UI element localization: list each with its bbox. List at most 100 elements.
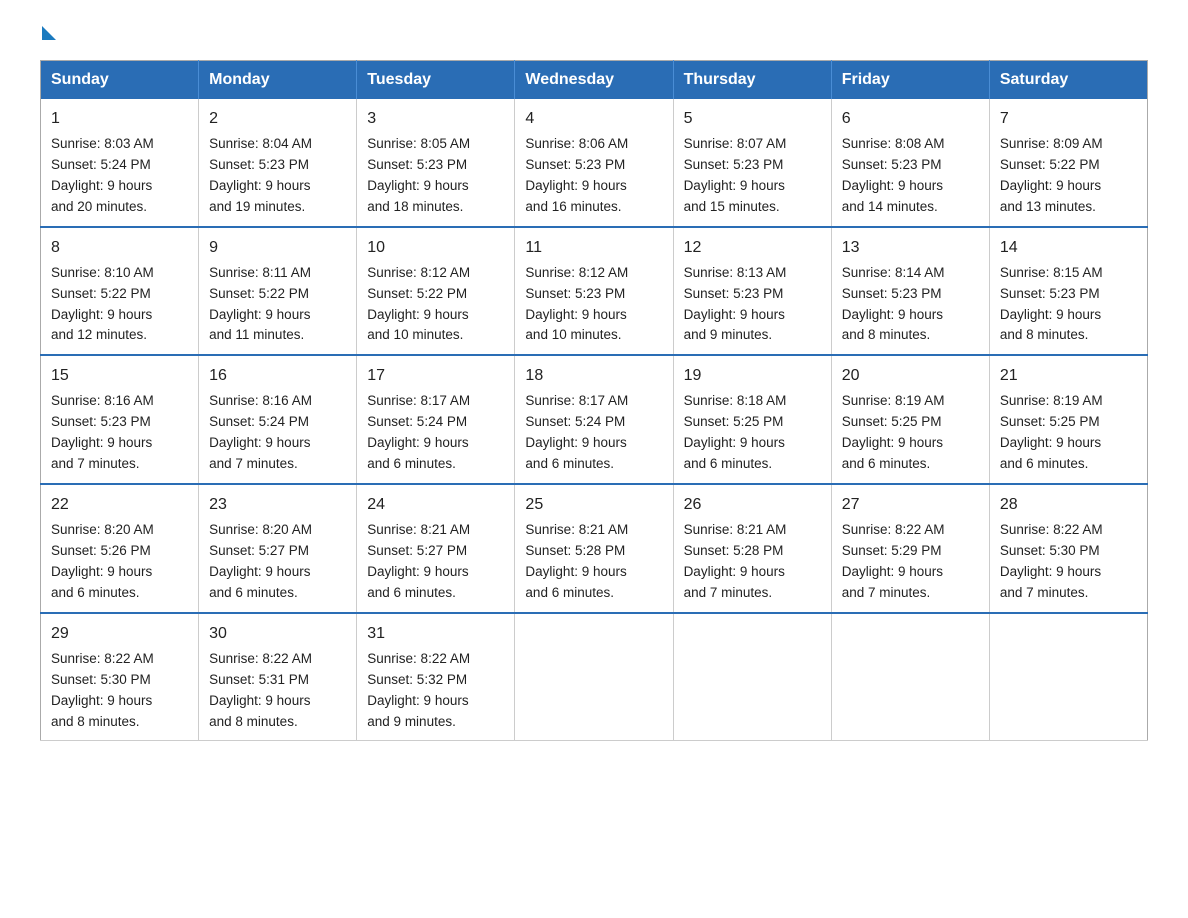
day-info: Sunrise: 8:17 AMSunset: 5:24 PMDaylight:…: [525, 391, 662, 475]
day-cell: 16 Sunrise: 8:16 AMSunset: 5:24 PMDayligh…: [199, 355, 357, 484]
column-header-saturday: Saturday: [989, 61, 1147, 100]
day-cell: 23Sunrise: 8:20 AMSunset: 5:27 PMDayligh…: [199, 484, 357, 613]
day-info: Sunrise: 8:16 AMSunset: 5:23 PMDaylight:…: [51, 391, 188, 475]
day-cell: 26 Sunrise: 8:21 AMSunset: 5:28 PMDayligh…: [673, 484, 831, 613]
day-cell: 7 Sunrise: 8:09 AMSunset: 5:22 PMDaylight…: [989, 99, 1147, 227]
day-number: 27: [842, 493, 979, 517]
day-info: Sunrise: 8:05 AMSunset: 5:23 PMDaylight:…: [367, 134, 504, 218]
day-cell: 27 Sunrise: 8:22 AMSunset: 5:29 PMDayligh…: [831, 484, 989, 613]
day-cell: [831, 613, 989, 741]
day-number: 24: [367, 493, 504, 517]
day-cell: 12Sunrise: 8:13 AMSunset: 5:23 PMDayligh…: [673, 227, 831, 356]
day-cell: 17 Sunrise: 8:17 AMSunset: 5:24 PMDayligh…: [357, 355, 515, 484]
day-number: 6: [842, 107, 979, 131]
day-info: Sunrise: 8:11 AMSunset: 5:22 PMDaylight:…: [209, 263, 346, 347]
day-cell: 3 Sunrise: 8:05 AMSunset: 5:23 PMDaylight…: [357, 99, 515, 227]
day-cell: 18 Sunrise: 8:17 AMSunset: 5:24 PMDayligh…: [515, 355, 673, 484]
day-cell: 5 Sunrise: 8:07 AMSunset: 5:23 PMDaylight…: [673, 99, 831, 227]
day-number: 11: [525, 236, 662, 260]
day-cell: 13Sunrise: 8:14 AMSunset: 5:23 PMDayligh…: [831, 227, 989, 356]
day-number: 5: [684, 107, 821, 131]
day-info: Sunrise: 8:08 AMSunset: 5:23 PMDaylight:…: [842, 134, 979, 218]
day-info: Sunrise: 8:19 AMSunset: 5:25 PMDaylight:…: [1000, 391, 1137, 475]
day-cell: 31 Sunrise: 8:22 AMSunset: 5:32 PMDayligh…: [357, 613, 515, 741]
calendar-table: SundayMondayTuesdayWednesdayThursdayFrid…: [40, 60, 1148, 741]
day-number: 15: [51, 364, 188, 388]
day-info: Sunrise: 8:21 AMSunset: 5:28 PMDaylight:…: [684, 520, 821, 604]
day-number: 25: [525, 493, 662, 517]
day-info: Sunrise: 8:21 AMSunset: 5:28 PMDaylight:…: [525, 520, 662, 604]
day-number: 30: [209, 622, 346, 646]
day-cell: [673, 613, 831, 741]
week-row-5: 29 Sunrise: 8:22 AMSunset: 5:30 PMDayligh…: [41, 613, 1148, 741]
day-info: Sunrise: 8:22 AMSunset: 5:31 PMDaylight:…: [209, 649, 346, 733]
day-cell: 15 Sunrise: 8:16 AMSunset: 5:23 PMDayligh…: [41, 355, 199, 484]
day-info: Sunrise: 8:22 AMSunset: 5:32 PMDaylight:…: [367, 649, 504, 733]
day-number: 4: [525, 107, 662, 131]
day-cell: 8 Sunrise: 8:10 AMSunset: 5:22 PMDaylight…: [41, 227, 199, 356]
column-header-thursday: Thursday: [673, 61, 831, 100]
day-info: Sunrise: 8:19 AMSunset: 5:25 PMDaylight:…: [842, 391, 979, 475]
day-cell: 14Sunrise: 8:15 AMSunset: 5:23 PMDayligh…: [989, 227, 1147, 356]
day-info: Sunrise: 8:20 AMSunset: 5:26 PMDaylight:…: [51, 520, 188, 604]
day-cell: 24Sunrise: 8:21 AMSunset: 5:27 PMDayligh…: [357, 484, 515, 613]
column-header-friday: Friday: [831, 61, 989, 100]
day-info: Sunrise: 8:15 AMSunset: 5:23 PMDaylight:…: [1000, 263, 1137, 347]
day-number: 7: [1000, 107, 1137, 131]
column-header-wednesday: Wednesday: [515, 61, 673, 100]
day-cell: 11 Sunrise: 8:12 AMSunset: 5:23 PMDayligh…: [515, 227, 673, 356]
day-number: 31: [367, 622, 504, 646]
day-info: Sunrise: 8:22 AMSunset: 5:30 PMDaylight:…: [1000, 520, 1137, 604]
day-cell: 20Sunrise: 8:19 AMSunset: 5:25 PMDayligh…: [831, 355, 989, 484]
week-row-2: 8 Sunrise: 8:10 AMSunset: 5:22 PMDaylight…: [41, 227, 1148, 356]
day-cell: 2Sunrise: 8:04 AMSunset: 5:23 PMDaylight…: [199, 99, 357, 227]
day-number: 29: [51, 622, 188, 646]
day-info: Sunrise: 8:22 AMSunset: 5:30 PMDaylight:…: [51, 649, 188, 733]
day-cell: 1 Sunrise: 8:03 AMSunset: 5:24 PMDaylight…: [41, 99, 199, 227]
day-number: 1: [51, 107, 188, 131]
day-info: Sunrise: 8:12 AMSunset: 5:23 PMDaylight:…: [525, 263, 662, 347]
day-number: 26: [684, 493, 821, 517]
day-cell: 6 Sunrise: 8:08 AMSunset: 5:23 PMDaylight…: [831, 99, 989, 227]
day-info: Sunrise: 8:22 AMSunset: 5:29 PMDaylight:…: [842, 520, 979, 604]
day-number: 21: [1000, 364, 1137, 388]
column-header-tuesday: Tuesday: [357, 61, 515, 100]
day-cell: 19Sunrise: 8:18 AMSunset: 5:25 PMDayligh…: [673, 355, 831, 484]
day-cell: 4 Sunrise: 8:06 AMSunset: 5:23 PMDaylight…: [515, 99, 673, 227]
week-row-4: 22 Sunrise: 8:20 AMSunset: 5:26 PMDayligh…: [41, 484, 1148, 613]
calendar-header-row: SundayMondayTuesdayWednesdayThursdayFrid…: [41, 61, 1148, 100]
day-info: Sunrise: 8:10 AMSunset: 5:22 PMDaylight:…: [51, 263, 188, 347]
day-number: 16: [209, 364, 346, 388]
day-info: Sunrise: 8:06 AMSunset: 5:23 PMDaylight:…: [525, 134, 662, 218]
day-number: 8: [51, 236, 188, 260]
day-info: Sunrise: 8:03 AMSunset: 5:24 PMDaylight:…: [51, 134, 188, 218]
day-cell: [989, 613, 1147, 741]
day-number: 10: [367, 236, 504, 260]
week-row-1: 1 Sunrise: 8:03 AMSunset: 5:24 PMDaylight…: [41, 99, 1148, 227]
day-number: 19: [684, 364, 821, 388]
day-number: 12: [684, 236, 821, 260]
week-row-3: 15 Sunrise: 8:16 AMSunset: 5:23 PMDayligh…: [41, 355, 1148, 484]
day-info: Sunrise: 8:16 AMSunset: 5:24 PMDaylight:…: [209, 391, 346, 475]
logo: [40, 30, 56, 40]
day-info: Sunrise: 8:04 AMSunset: 5:23 PMDaylight:…: [209, 134, 346, 218]
day-number: 3: [367, 107, 504, 131]
day-info: Sunrise: 8:12 AMSunset: 5:22 PMDaylight:…: [367, 263, 504, 347]
day-number: 22: [51, 493, 188, 517]
column-header-monday: Monday: [199, 61, 357, 100]
page-header: [40, 30, 1148, 40]
logo-triangle-icon: [42, 26, 56, 40]
day-number: 9: [209, 236, 346, 260]
day-info: Sunrise: 8:17 AMSunset: 5:24 PMDaylight:…: [367, 391, 504, 475]
day-info: Sunrise: 8:20 AMSunset: 5:27 PMDaylight:…: [209, 520, 346, 604]
day-number: 17: [367, 364, 504, 388]
day-cell: 30 Sunrise: 8:22 AMSunset: 5:31 PMDayligh…: [199, 613, 357, 741]
column-header-sunday: Sunday: [41, 61, 199, 100]
day-number: 28: [1000, 493, 1137, 517]
day-cell: 21 Sunrise: 8:19 AMSunset: 5:25 PMDayligh…: [989, 355, 1147, 484]
day-info: Sunrise: 8:09 AMSunset: 5:22 PMDaylight:…: [1000, 134, 1137, 218]
day-number: 13: [842, 236, 979, 260]
day-cell: [515, 613, 673, 741]
day-number: 18: [525, 364, 662, 388]
day-info: Sunrise: 8:07 AMSunset: 5:23 PMDaylight:…: [684, 134, 821, 218]
